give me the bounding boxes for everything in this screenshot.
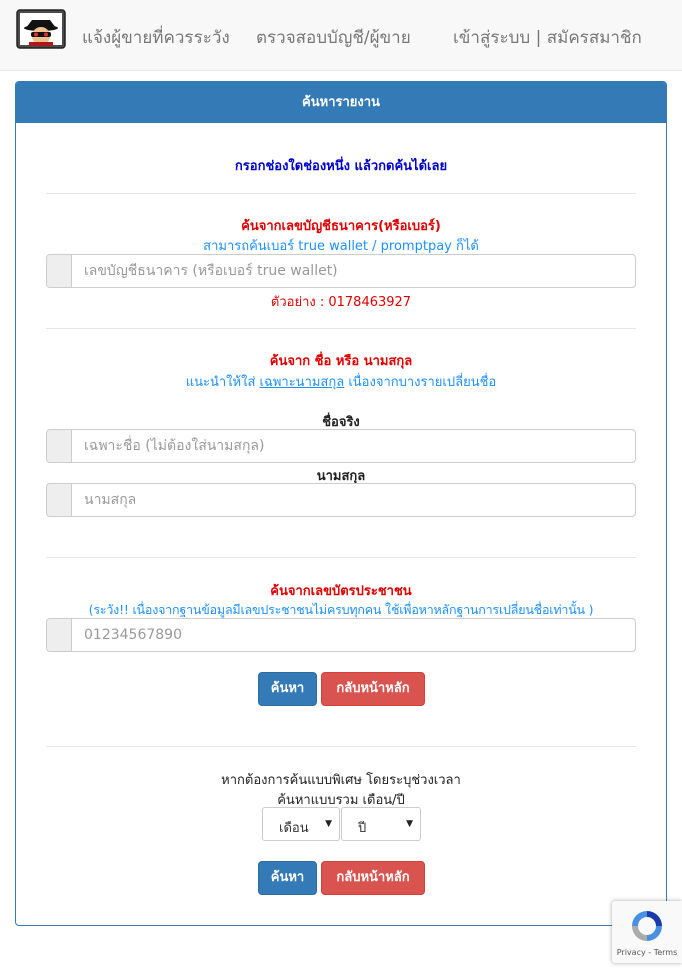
last-name-input[interactable]	[72, 484, 635, 516]
divider	[46, 328, 636, 329]
recaptcha-links: Privacy - Terms	[612, 948, 682, 957]
name-section-subtitle: แนะนำให้ใส่ เฉพาะนามสกุล เนื่องจากบางราย…	[16, 371, 666, 392]
nav-login-register-link[interactable]: เข้าสู่ระบบ | สมัครสมาชิก	[453, 24, 642, 51]
recaptcha-terms-link[interactable]: Terms	[654, 948, 678, 957]
id-card-field	[46, 618, 636, 652]
input-addon	[47, 619, 72, 651]
subtitle-text: แนะนำให้ใส่	[185, 375, 260, 390]
month-select[interactable]: เดือน ▼	[262, 807, 340, 841]
recaptcha-badge[interactable]: Privacy - Terms	[612, 901, 682, 963]
search-button[interactable]: ค้นหา	[258, 672, 317, 706]
divider	[46, 557, 636, 558]
search-hint: กรอกช่องใดช่องหนึ่ง แล้วกดค้นได้เลย	[234, 159, 448, 174]
first-name-input[interactable]	[72, 430, 635, 462]
bank-section-title: ค้นจากเลขบัญชีธนาคาร(หรือเบอร์)	[241, 219, 441, 234]
bank-example-text: ตัวอย่าง : 0178463927	[270, 295, 412, 310]
last-name-field	[46, 483, 636, 517]
month-select-value: เดือน	[279, 821, 309, 836]
first-name-field	[46, 429, 636, 463]
advanced-back-home-button[interactable]: กลับหน้าหลัก	[321, 861, 425, 895]
recaptcha-separator: -	[645, 948, 654, 957]
bank-section-subtitle: สามารถค้นเบอร์ true wallet / promptpay ก…	[203, 239, 479, 254]
subtitle-emphasis: เฉพาะนามสกุล	[259, 375, 345, 390]
back-home-button[interactable]: กลับหน้าหลัก	[321, 672, 425, 706]
id-card-input[interactable]	[72, 619, 635, 651]
caret-down-icon: ▼	[325, 819, 332, 829]
id-section-title: ค้นจากเลขบัตรประชาชน	[270, 584, 412, 599]
caret-down-icon: ▼	[406, 819, 413, 829]
panel-title: ค้นหารายงาน	[16, 82, 666, 123]
name-section-title: ค้นจาก ชื่อ หรือ นามสกุล	[269, 354, 413, 369]
divider	[46, 746, 636, 747]
year-select-value: ปี	[358, 821, 367, 836]
nav-report-seller-link[interactable]: แจ้งผู้ขายที่ควรระวัง	[82, 24, 230, 51]
id-section-warning: (ระวัง!! เนื่องจากฐานข้อมูลมีเลขประชาชนไ…	[88, 602, 594, 617]
year-select[interactable]: ปี ▼	[341, 807, 421, 841]
input-addon	[47, 255, 72, 287]
nav-check-account-link[interactable]: ตรวจสอบบัญชี/ผู้ขาย	[256, 24, 411, 51]
advanced-search-text: หากต้องการค้นแบบพิเศษ โดยระบุช่วงเวลา	[221, 773, 461, 788]
recaptcha-privacy-link[interactable]: Privacy	[617, 948, 646, 957]
input-addon	[47, 484, 72, 516]
bank-account-field	[46, 254, 636, 288]
search-report-panel: ค้นหารายงาน กรอกช่องใดช่องหนึ่ง แล้วกดค้…	[15, 81, 667, 926]
input-addon	[47, 430, 72, 462]
top-navbar: แจ้งผู้ขายที่ควรระวัง ตรวจสอบบัญชี/ผู้ขา…	[0, 0, 682, 71]
recaptcha-icon	[632, 911, 662, 941]
advanced-search-button[interactable]: ค้นหา	[258, 861, 317, 895]
divider	[46, 193, 636, 194]
spy-hacker-logo-icon[interactable]	[16, 6, 66, 52]
bank-account-input[interactable]	[72, 255, 635, 287]
subtitle-text: เนื่องจากบางรายเปลี่ยนชื่อ	[344, 375, 497, 390]
